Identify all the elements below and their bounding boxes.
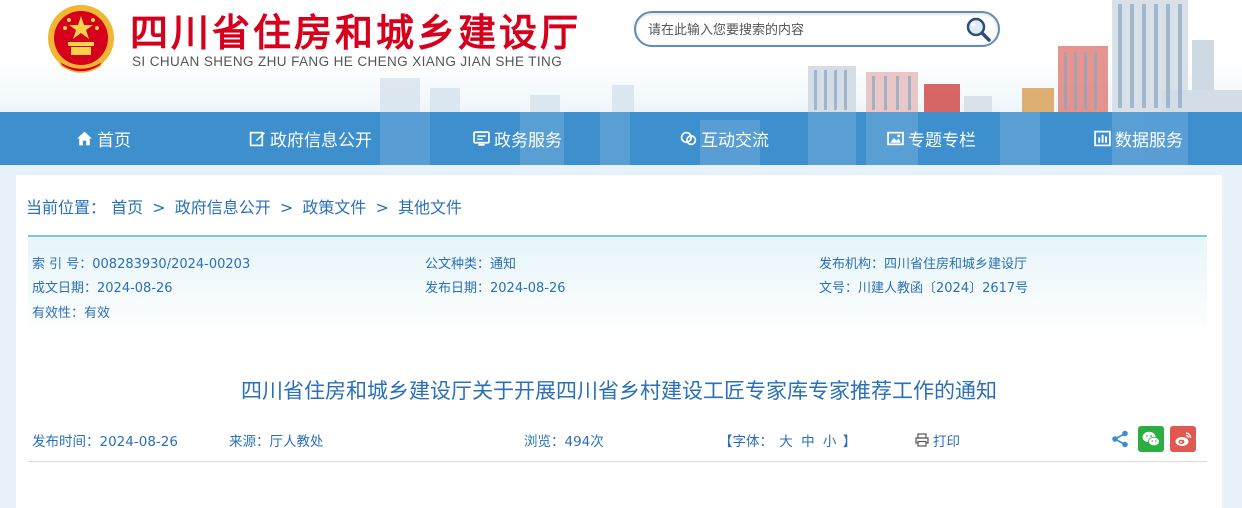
- publish-time: 发布时间：2024-08-26: [32, 434, 178, 450]
- print-control: 打印: [915, 430, 960, 451]
- chat-icon: [680, 131, 697, 146]
- search-icon[interactable]: [964, 15, 992, 43]
- breadcrumb-gov-info[interactable]: 政府信息公开: [175, 198, 271, 217]
- nav-item-label: 专题专栏: [908, 131, 976, 151]
- breadcrumb-separator: >: [152, 198, 166, 217]
- breadcrumb-separator: >: [279, 198, 294, 217]
- nav-item-special-topics[interactable]: 专题专栏: [828, 112, 1035, 165]
- weibo-icon: [1175, 432, 1192, 446]
- nav-item-data-services[interactable]: 数据服务: [1035, 112, 1242, 165]
- meta-created-date: 成文日期：2024-08-26: [32, 281, 173, 296]
- breadcrumb-other-docs[interactable]: 其他文件: [398, 198, 462, 217]
- printer-icon: [915, 433, 929, 447]
- share-icon: [1112, 430, 1128, 448]
- search-box: [634, 11, 1000, 47]
- content-panel: 当前位置： 首页 > 政府信息公开 > 政策文件 > 其他文件 索 引 号：00…: [16, 175, 1222, 508]
- font-size-large-button[interactable]: 大: [779, 434, 793, 450]
- nav-item-gov-services[interactable]: 政务服务: [414, 112, 621, 165]
- meta-validity: 有效性：有效: [32, 306, 111, 321]
- nav-item-label: 政务服务: [494, 131, 562, 151]
- document-info-bar: 发布时间：2024-08-26 来源：厅人教处 浏览：494次 【字体： 大 中…: [28, 426, 1207, 462]
- weibo-share-button[interactable]: [1170, 426, 1196, 452]
- site-title: 四川省住房和城乡建设厅: [130, 10, 582, 55]
- breadcrumb-policy-docs[interactable]: 政策文件: [302, 198, 366, 217]
- meta-publisher: 发布机构：四川省住房和城乡建设厅: [819, 257, 1028, 272]
- meta-publish-date: 发布日期：2024-08-26: [425, 281, 566, 296]
- source: 来源：厅人教处: [229, 434, 324, 450]
- document-title: 四川省住房和城乡建设厅关于开展四川省乡村建设工匠专家库专家推荐工作的通知: [241, 379, 997, 403]
- view-count: 浏览：494次: [524, 434, 604, 450]
- nav-item-label: 首页: [97, 131, 131, 151]
- nav-item-label: 互动交流: [701, 131, 769, 151]
- nav-item-label: 数据服务: [1115, 131, 1183, 151]
- monitor-icon: [473, 131, 490, 146]
- wechat-share-button[interactable]: [1138, 426, 1164, 452]
- meta-doc-type: 公文种类：通知: [425, 257, 517, 272]
- breadcrumb: 当前位置： 首页 > 政府信息公开 > 政策文件 > 其他文件: [26, 194, 462, 218]
- share-button[interactable]: [1107, 426, 1133, 452]
- font-size-small-button[interactable]: 小: [823, 434, 837, 450]
- nav-item-interaction[interactable]: 互动交流: [621, 112, 828, 165]
- home-icon: [77, 131, 92, 146]
- nav-item-label: 政府信息公开: [270, 131, 372, 151]
- main-nav: 首页 政府信息公开 政务服务 互动交流 专题专栏 数据服务: [0, 112, 1242, 165]
- meta-doc-no: 文号：川建人教函〔2024〕2617号: [819, 281, 1029, 296]
- site-subtitle: SI CHUAN SHENG ZHU FANG HE CHENG XIANG J…: [132, 54, 563, 69]
- meta-index-no: 索 引 号：008283930/2024-00203: [32, 257, 251, 272]
- font-size-controls: 【字体： 大 中 小 】: [719, 430, 856, 450]
- print-label: 打印: [933, 434, 960, 450]
- national-emblem-logo: [48, 5, 114, 73]
- search-input[interactable]: [648, 20, 958, 40]
- wechat-icon: [1142, 431, 1160, 447]
- nav-item-home[interactable]: 首页: [0, 112, 207, 165]
- font-size-close-bracket: 】: [842, 434, 857, 450]
- font-size-label: 【字体：: [719, 434, 773, 450]
- edit-icon: [249, 131, 265, 147]
- document-metadata: 索 引 号：008283930/2024-00203 公文种类：通知 发布机构：…: [28, 235, 1207, 335]
- breadcrumb-separator: >: [375, 198, 389, 217]
- nav-item-gov-info[interactable]: 政府信息公开: [207, 112, 414, 165]
- image-icon: [887, 131, 904, 146]
- font-size-medium-button[interactable]: 中: [801, 434, 815, 450]
- print-button[interactable]: 打印: [915, 430, 960, 450]
- breadcrumb-prefix: 当前位置：: [26, 198, 107, 217]
- breadcrumb-home[interactable]: 首页: [111, 198, 143, 217]
- site-header: 四川省住房和城乡建设厅 SI CHUAN SHENG ZHU FANG HE C…: [0, 0, 1242, 112]
- chart-icon: [1094, 130, 1111, 147]
